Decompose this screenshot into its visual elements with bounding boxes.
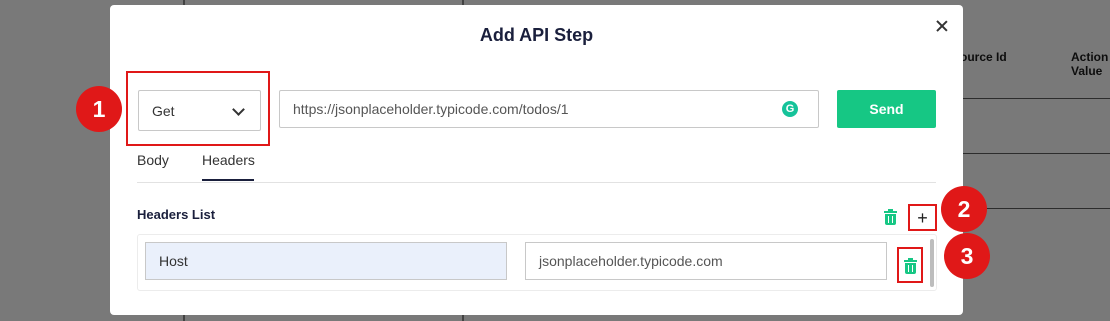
active-tab-indicator [202, 179, 254, 181]
trash-icon [904, 258, 917, 274]
delete-header-row-button[interactable] [897, 247, 923, 283]
headers-scrollbar[interactable] [930, 239, 934, 287]
headers-list-title: Headers List [137, 207, 216, 222]
dialog-title: Add API Step [479, 25, 594, 45]
url-value: https://jsonplaceholder.typicode.com/tod… [293, 101, 569, 117]
close-icon[interactable] [932, 16, 952, 36]
grammarly-icon[interactable]: G [782, 101, 798, 117]
tab-body[interactable]: Body [137, 152, 169, 168]
tabs-divider [137, 182, 936, 183]
header-key-input[interactable]: Host [145, 242, 507, 280]
annotation-box-1 [126, 71, 270, 146]
send-button[interactable]: Send [837, 90, 936, 128]
annotation-marker-1: 1 [76, 86, 122, 132]
header-key-value: Host [159, 253, 188, 269]
annotation-marker-3: 3 [944, 233, 990, 279]
header-value-text: jsonplaceholder.typicode.com [539, 253, 723, 269]
header-value-input[interactable]: jsonplaceholder.typicode.com [525, 242, 887, 280]
add-header-button[interactable]: + [908, 204, 937, 231]
tab-headers[interactable]: Headers [202, 152, 255, 168]
annotation-marker-2: 2 [941, 186, 987, 232]
delete-all-headers-trash-icon[interactable] [884, 209, 897, 225]
add-api-step-dialog: Add API Step Get https://jsonplaceholder… [110, 5, 963, 315]
url-input[interactable]: https://jsonplaceholder.typicode.com/tod… [279, 90, 819, 128]
